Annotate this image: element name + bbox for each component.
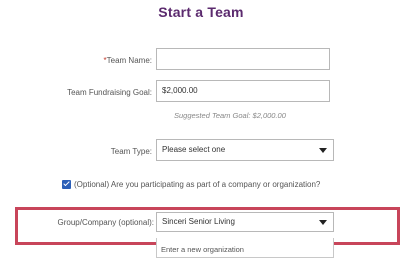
team-name-label-text: Team Name: <box>106 56 152 65</box>
fundraising-goal-label: Team Fundraising Goal: <box>67 88 152 97</box>
company-checkbox-label: (Optional) Are you participating as part… <box>74 180 321 189</box>
suggested-goal-hint: Suggested Team Goal: $2,000.00 <box>174 111 286 120</box>
chevron-down-icon <box>319 148 327 153</box>
group-company-label: Group/Company (optional): <box>57 218 155 227</box>
team-name-input[interactable] <box>156 48 330 70</box>
chevron-down-icon <box>319 220 327 225</box>
page-title: Start a Team <box>158 4 244 20</box>
group-company-dropdown-list: Enter a new organization <box>156 238 334 258</box>
team-type-label: Team Type: <box>110 147 152 156</box>
dropdown-option-new-organization[interactable]: Enter a new organization <box>161 245 244 254</box>
group-company-select[interactable]: Sinceri Senior Living <box>156 212 334 232</box>
team-name-label: *Team Name: <box>104 56 152 65</box>
fundraising-goal-input[interactable]: $2,000.00 <box>156 80 330 102</box>
team-type-selected-value: Please select one <box>162 145 226 154</box>
group-company-selected-value: Sinceri Senior Living <box>162 217 235 226</box>
team-type-select[interactable]: Please select one <box>156 139 334 161</box>
company-checkbox[interactable] <box>62 180 71 189</box>
